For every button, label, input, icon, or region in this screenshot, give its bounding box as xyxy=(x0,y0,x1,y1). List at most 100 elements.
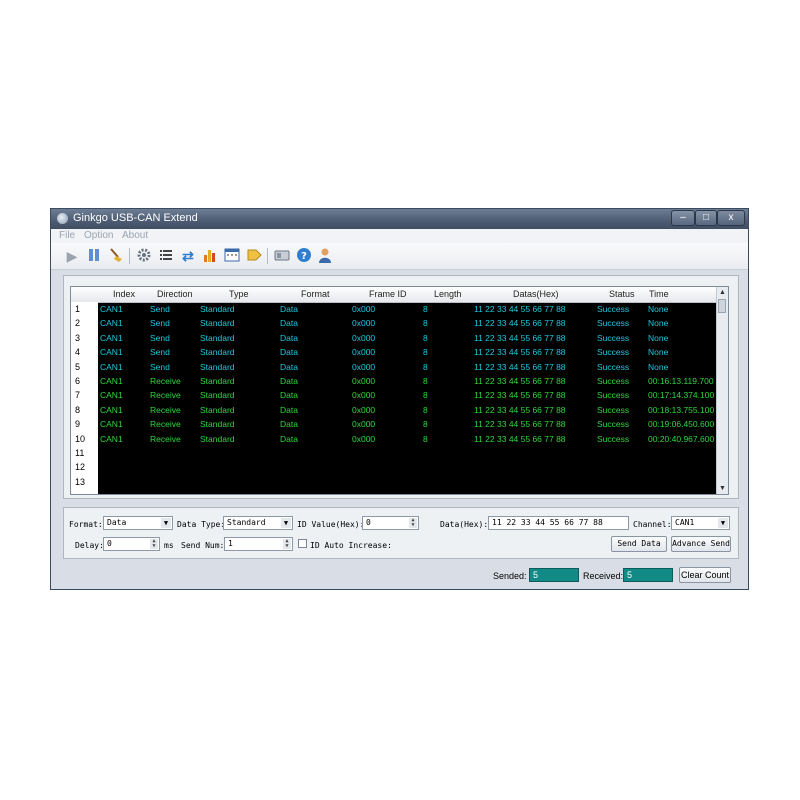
cell-direction: Send xyxy=(150,361,170,372)
settings-gear-icon[interactable] xyxy=(135,247,153,265)
row-number: 12 xyxy=(75,462,86,473)
cell-direction: Receive xyxy=(150,419,181,430)
cell-time: 00:19:06.450.600 xyxy=(648,419,715,430)
row-number: 2 xyxy=(75,318,81,329)
col-header-datas[interactable]: Datas(Hex) xyxy=(513,289,559,299)
channel-select[interactable]: CAN1 ▼ xyxy=(671,516,730,530)
delay-label: Delay: xyxy=(75,541,104,550)
table-row[interactable]: 7 CAN1 Receive Standard Data 0x000 8 11 22 33 4… xyxy=(71,389,719,403)
col-header-status[interactable]: Status xyxy=(609,289,635,299)
data-hex-input[interactable]: 11 22 33 44 55 66 77 88 xyxy=(488,516,629,530)
table-row[interactable]: 4 CAN1 Send Standard Data 0x000 8 11 22 33 44 5… xyxy=(71,346,719,360)
cell-format: Data xyxy=(280,318,298,329)
cell-status: Success xyxy=(597,419,630,430)
cell-direction: Receive xyxy=(150,390,181,401)
row-number: 8 xyxy=(75,404,81,415)
card-icon[interactable] xyxy=(273,247,291,265)
cell-index: CAN1 xyxy=(100,433,123,444)
cell-direction: Send xyxy=(150,318,170,329)
col-header-length[interactable]: Length xyxy=(434,289,462,299)
table-row[interactable]: 2 CAN1 Send Standard Data 0x000 8 11 22 33 44 5… xyxy=(71,317,719,331)
clear-broom-icon[interactable] xyxy=(107,247,125,265)
user-icon[interactable] xyxy=(317,247,335,265)
table-row[interactable]: 10 CAN1 Receive Standard Data 0x000 8 11 22 33 … xyxy=(71,433,719,447)
format-label: Format: xyxy=(69,520,103,529)
list-icon[interactable] xyxy=(157,247,175,265)
col-header-index[interactable]: Index xyxy=(113,289,135,299)
cell-type: Standard xyxy=(200,318,235,329)
row-number: 11 xyxy=(75,448,85,458)
cell-frame-id: 0x000 xyxy=(352,419,376,430)
received-value: 5 xyxy=(623,568,673,582)
cell-status: Success xyxy=(597,433,630,444)
table-row[interactable]: 9 CAN1 Receive Standard Data 0x000 8 11 22 33 4… xyxy=(71,418,719,432)
cell-time: 00:20:40.967.600 xyxy=(648,433,715,444)
scroll-thumb[interactable] xyxy=(718,299,726,313)
title-bar[interactable]: Ginkgo USB-CAN Extend – □ x xyxy=(51,209,748,229)
message-grid[interactable]: Index Direction Type Format Frame ID Len… xyxy=(70,286,729,495)
calendar-icon[interactable] xyxy=(223,247,241,265)
help-icon[interactable]: ? xyxy=(295,247,313,265)
play-icon[interactable]: ▶ xyxy=(63,247,81,265)
menu-option[interactable]: Option xyxy=(84,230,113,241)
channel-label: Channel: xyxy=(633,520,672,529)
clear-count-button[interactable]: Clear Count xyxy=(679,567,731,583)
format-select[interactable]: Data ▼ xyxy=(103,516,173,530)
send-num-spinbox[interactable]: 1 ▲ ▼ xyxy=(224,537,293,551)
channel-select-value: CAN1 xyxy=(675,518,695,527)
table-row[interactable]: 12 xyxy=(71,461,719,475)
cell-direction: Send xyxy=(150,304,170,314)
menu-file[interactable]: File xyxy=(59,230,75,241)
row-number: 1 xyxy=(75,304,81,314)
tag-icon[interactable] xyxy=(245,247,263,265)
table-row[interactable]: 1 CAN1 Send Standard Data 0x000 8 11 22 33 44 5… xyxy=(71,303,719,317)
spinner-arrows-icon[interactable]: ▲ ▼ xyxy=(283,539,291,549)
table-row[interactable]: 11 xyxy=(71,447,719,461)
vertical-scrollbar[interactable]: ▲ ▼ xyxy=(716,287,728,494)
col-header-type[interactable]: Type xyxy=(229,289,249,299)
maximize-button[interactable]: □ xyxy=(695,210,717,226)
advance-send-button[interactable]: Advance Send xyxy=(671,536,731,552)
cell-type: Standard xyxy=(200,361,235,372)
col-header-time[interactable]: Time xyxy=(649,289,669,299)
received-label: Received: xyxy=(583,571,624,581)
cell-time: 00:18:13.755.100 xyxy=(648,404,715,415)
close-button[interactable]: x xyxy=(717,210,745,226)
col-header-frame-id[interactable]: Frame ID xyxy=(369,289,407,299)
minimize-button[interactable]: – xyxy=(671,210,695,226)
data-type-select[interactable]: Standard ▼ xyxy=(223,516,293,530)
chart-icon[interactable] xyxy=(201,247,219,265)
cell-time: None xyxy=(648,347,669,358)
refresh-icon[interactable]: ⇄ xyxy=(179,247,197,265)
table-row[interactable]: 5 CAN1 Send Standard Data 0x000 8 11 22 33 44 5… xyxy=(71,361,719,375)
table-row[interactable]: 13 xyxy=(71,476,719,490)
toolbar: ▶ ⇄ ? xyxy=(51,243,748,270)
cell-length: 8 xyxy=(423,304,428,314)
cell-format: Data xyxy=(280,332,298,343)
scroll-up-arrow-icon[interactable]: ▲ xyxy=(717,287,728,298)
send-num-label: Send Num: xyxy=(181,541,225,550)
app-icon xyxy=(57,213,68,224)
table-row[interactable]: 3 CAN1 Send Standard Data 0x000 8 11 22 33 44 5… xyxy=(71,332,719,346)
scroll-down-arrow-icon[interactable]: ▼ xyxy=(717,483,728,494)
send-data-button[interactable]: Send Data xyxy=(611,536,667,552)
id-auto-increase-label: ID Auto Increase: xyxy=(310,541,392,550)
cell-index: CAN1 xyxy=(100,419,123,430)
cell-length: 8 xyxy=(423,332,428,343)
spinner-arrows-icon[interactable]: ▲ ▼ xyxy=(409,518,417,528)
pause-icon[interactable] xyxy=(85,247,103,265)
cell-frame-id: 0x000 xyxy=(352,318,376,329)
table-row[interactable]: 6 CAN1 Receive Standard Data 0x000 8 11 22 33 4… xyxy=(71,375,719,389)
cell-data: 11 22 33 44 55 66 77 88 xyxy=(474,433,566,444)
col-header-format[interactable]: Format xyxy=(301,289,330,299)
id-auto-increase-checkbox[interactable] xyxy=(298,539,307,548)
delay-spinbox[interactable]: 0 ▲ ▼ xyxy=(103,537,160,551)
spinner-arrows-icon[interactable]: ▲ ▼ xyxy=(150,539,158,549)
id-value-spinbox[interactable]: 0 ▲ ▼ xyxy=(362,516,419,530)
cell-length: 8 xyxy=(423,433,428,444)
col-header-direction[interactable]: Direction xyxy=(157,289,193,299)
cell-time: None xyxy=(648,304,669,314)
menu-about[interactable]: About xyxy=(122,230,148,241)
chevron-down-icon: ▼ xyxy=(281,518,291,528)
table-row[interactable]: 8 CAN1 Receive Standard Data 0x000 8 11 22 33 4… xyxy=(71,404,719,418)
